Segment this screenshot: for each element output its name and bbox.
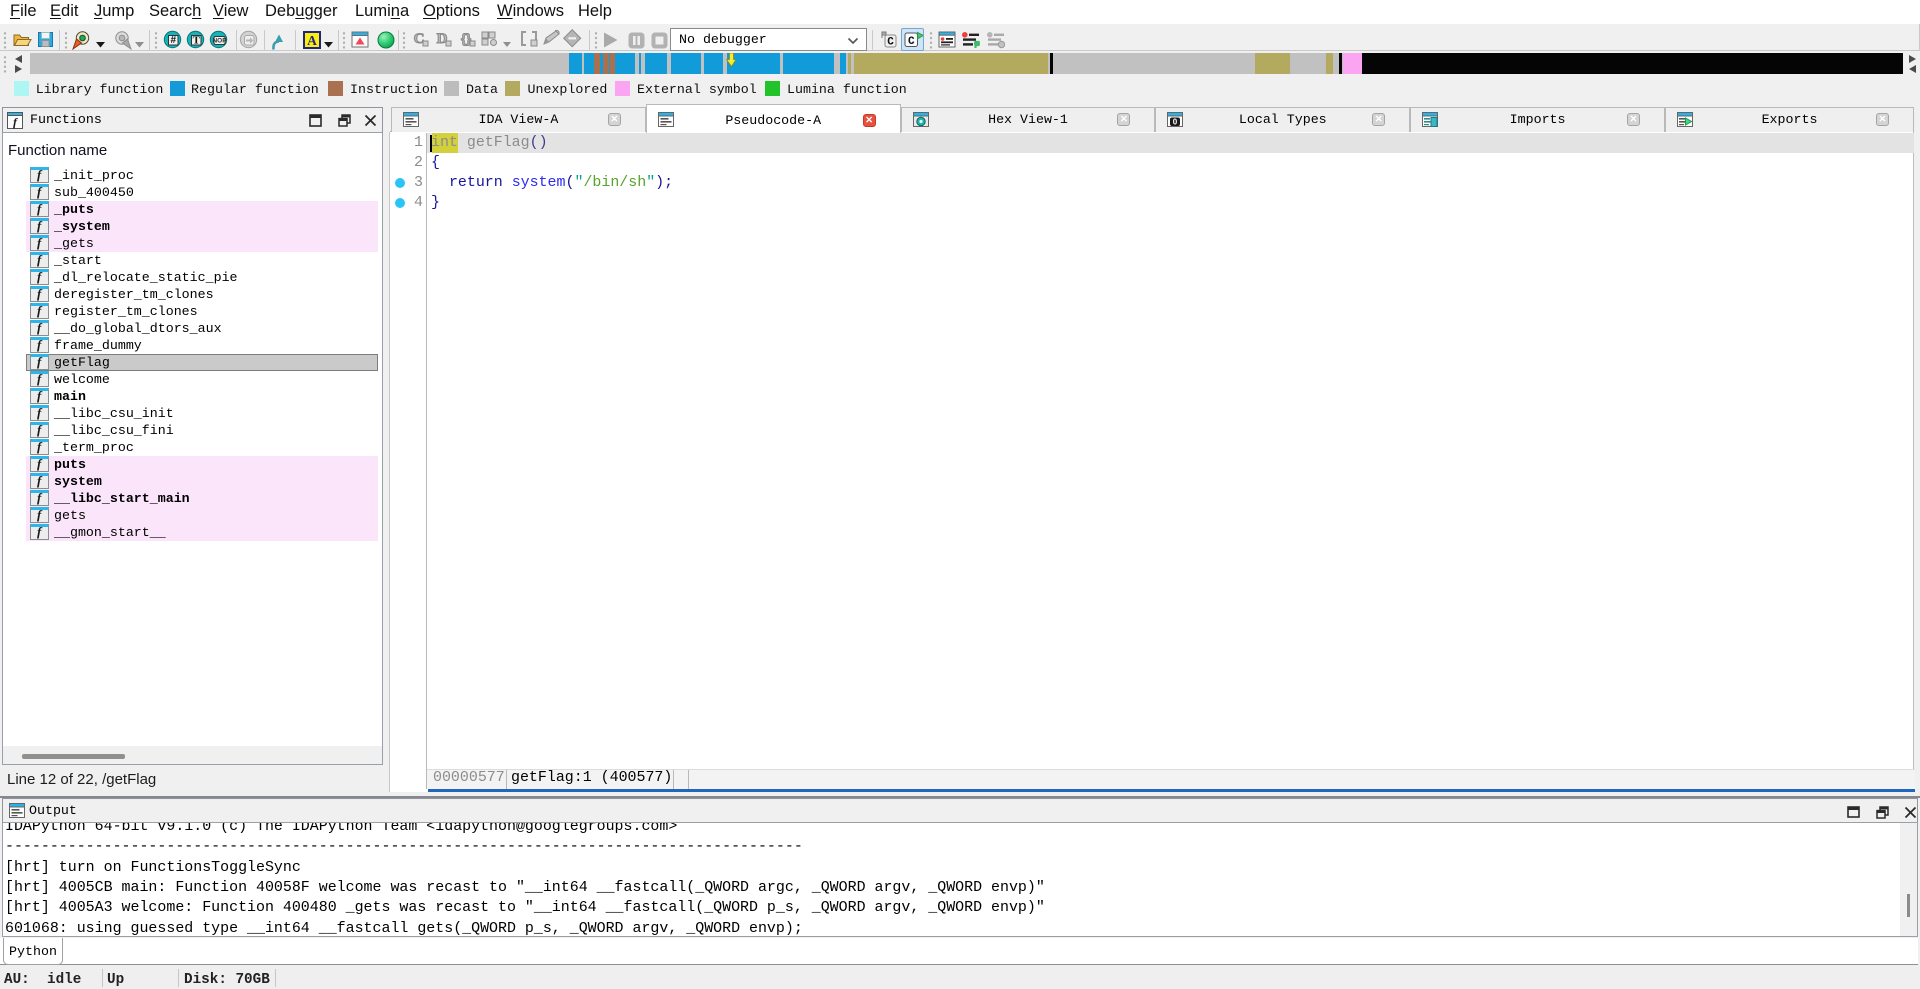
svg-text:C: C xyxy=(908,36,915,48)
svg-text:A: A xyxy=(307,33,317,48)
svg-text:T: T xyxy=(193,34,201,46)
svg-text:#: # xyxy=(171,35,177,46)
svg-text:NOP: NOP xyxy=(212,38,227,45)
svg-text:C: C xyxy=(887,37,894,49)
